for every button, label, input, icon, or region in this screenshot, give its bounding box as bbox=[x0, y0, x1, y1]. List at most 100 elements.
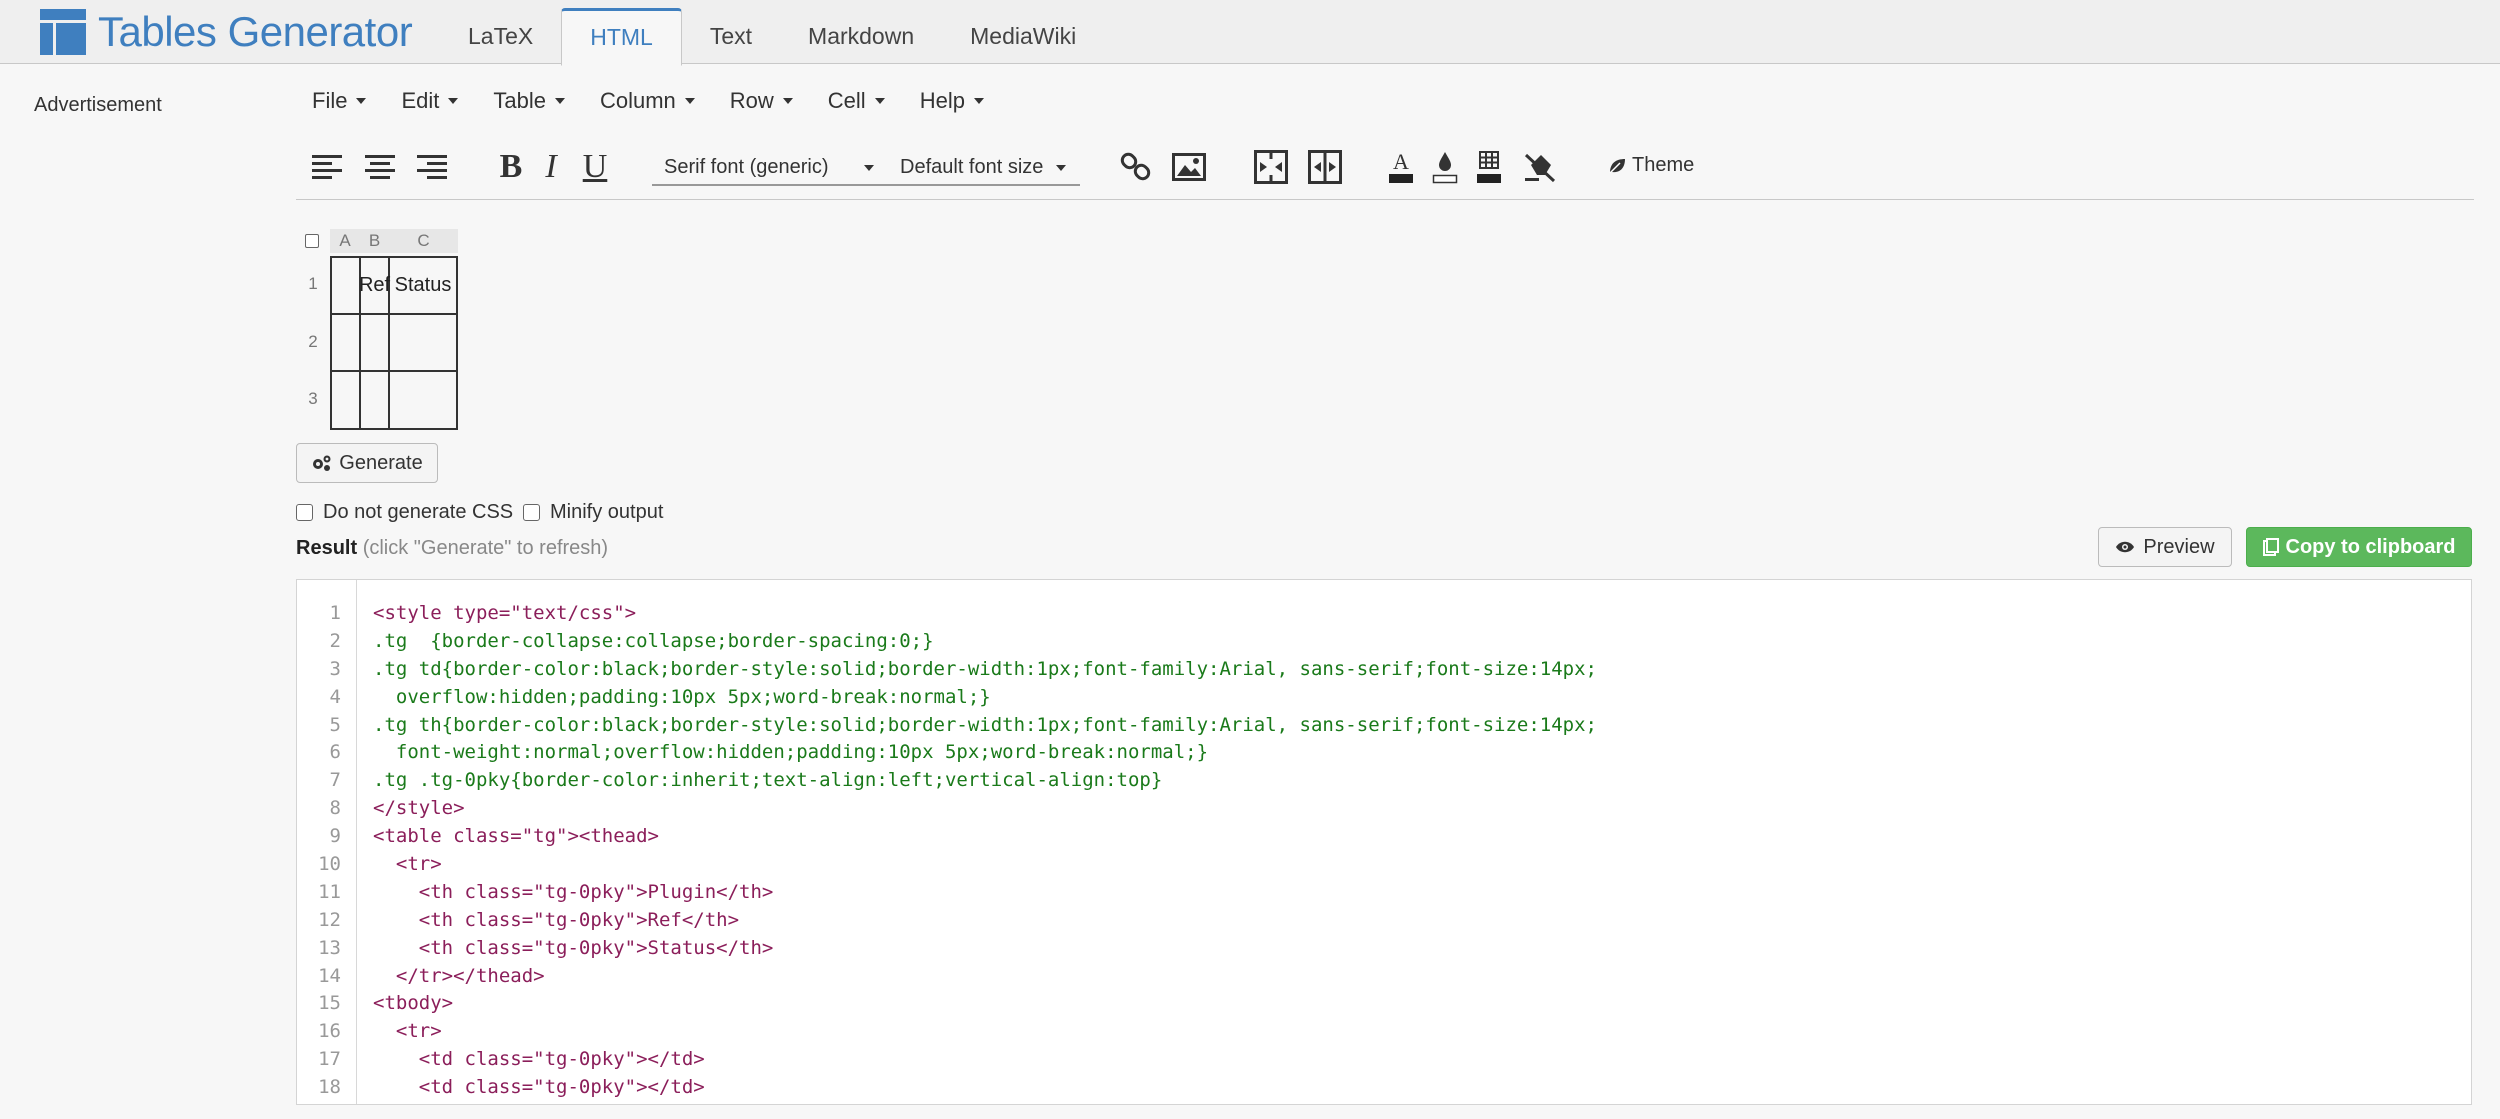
no-css-checkbox[interactable] bbox=[296, 504, 313, 521]
column-header-b[interactable]: B bbox=[360, 229, 389, 253]
code-line: 3 .tg td{border-color:black;border-style:… bbox=[297, 656, 2471, 684]
generate-label: Generate bbox=[339, 451, 423, 474]
split-cells-button[interactable] bbox=[1306, 148, 1344, 186]
minify-checkbox[interactable] bbox=[523, 504, 540, 521]
code-text: .tg th{border-color:black;border-style:s… bbox=[373, 713, 1597, 736]
background-color-button[interactable] bbox=[1430, 148, 1460, 186]
clear-formatting-button[interactable] bbox=[1522, 148, 1558, 186]
line-number: 11 bbox=[318, 880, 341, 903]
logo[interactable]: Tables Generator bbox=[40, 8, 413, 55]
top-navigation: Tables Generator LaTeX HTML Text Markdow… bbox=[0, 0, 2500, 66]
code-line: 5 .tg th{border-color:black;border-style:… bbox=[297, 712, 2471, 740]
split-cells-icon bbox=[1308, 150, 1342, 184]
merge-cells-button[interactable] bbox=[1252, 148, 1290, 186]
align-left-icon bbox=[312, 155, 342, 179]
align-right-button[interactable] bbox=[414, 148, 450, 186]
result-hint: (click "Generate" to refresh) bbox=[362, 537, 609, 559]
row-header-3[interactable]: 3 bbox=[303, 389, 323, 409]
code-text: <tr> bbox=[373, 1020, 442, 1043]
cell-b2[interactable] bbox=[361, 315, 388, 370]
bold-button[interactable]: B bbox=[496, 148, 526, 186]
code-line: 6 font-weight:normal;overflow:hidden;pad… bbox=[297, 739, 2471, 767]
menu-table-label: Table bbox=[493, 88, 546, 113]
line-number: 8 bbox=[329, 797, 341, 820]
line-number: 6 bbox=[329, 741, 341, 764]
underline-icon: U bbox=[582, 148, 608, 185]
column-header-c[interactable]: C bbox=[389, 229, 458, 253]
align-center-button[interactable] bbox=[362, 148, 398, 186]
caret-down-icon bbox=[973, 98, 984, 104]
cell-b3[interactable] bbox=[361, 372, 388, 428]
code-text: </style> bbox=[373, 797, 465, 820]
menubar: File Edit Table Column Row Cell Help bbox=[312, 88, 1019, 114]
menu-help-label: Help bbox=[919, 88, 965, 113]
cell-c2[interactable] bbox=[390, 315, 456, 370]
line-number: 4 bbox=[329, 685, 341, 708]
cell-a2[interactable] bbox=[332, 315, 359, 370]
row-header-1[interactable]: 1 bbox=[303, 274, 323, 294]
tab-latex[interactable]: LaTeX bbox=[440, 8, 561, 64]
font-size-value: Default font size bbox=[900, 155, 1044, 178]
code-line: 11 <th class="tg-0pky">Plugin</th> bbox=[297, 879, 2471, 907]
caret-down-icon bbox=[1056, 165, 1066, 171]
text-color-button[interactable]: A bbox=[1386, 148, 1416, 186]
tab-markdown[interactable]: Markdown bbox=[780, 8, 942, 64]
font-size-select[interactable]: Default font size bbox=[888, 150, 1080, 186]
code-line: 9 <table class="tg"><thead> bbox=[297, 823, 2471, 851]
preview-label: Preview bbox=[2143, 535, 2215, 558]
clear-format-icon bbox=[1524, 153, 1556, 183]
image-button[interactable] bbox=[1170, 148, 1208, 186]
font-family-select[interactable]: Serif font (generic) bbox=[652, 150, 888, 186]
code-text: <td class="tg-0pky"></td> bbox=[373, 1048, 705, 1071]
row-header-2[interactable]: 2 bbox=[303, 332, 323, 352]
app-title: Tables Generator bbox=[98, 8, 413, 55]
underline-button[interactable]: U bbox=[580, 148, 610, 186]
caret-down-icon bbox=[684, 98, 695, 104]
menu-row-label: Row bbox=[729, 88, 774, 113]
generate-button[interactable]: Generate bbox=[296, 443, 438, 483]
cell-a1[interactable] bbox=[332, 258, 359, 313]
code-lines: 1 <style type="text/css"> 2 .tg {border-co… bbox=[297, 600, 2471, 1102]
menu-column-label: Column bbox=[599, 88, 676, 113]
italic-button[interactable]: I bbox=[536, 148, 566, 186]
menu-help[interactable]: Help bbox=[920, 88, 984, 114]
select-all-checkbox[interactable] bbox=[305, 234, 319, 248]
code-output[interactable]: 1 <style type="text/css"> 2 .tg {border-co… bbox=[296, 579, 2472, 1105]
copy-to-clipboard-button[interactable]: Copy to clipboard bbox=[2246, 527, 2472, 567]
code-line: 14 </tr></thead> bbox=[297, 963, 2471, 991]
cell-c1[interactable]: Status bbox=[390, 258, 456, 313]
menu-edit[interactable]: Edit bbox=[401, 88, 459, 114]
code-text: <th class="tg-0pky">Ref</th> bbox=[373, 908, 740, 931]
menu-table[interactable]: Table bbox=[493, 88, 565, 114]
tab-mediawiki[interactable]: MediaWiki bbox=[942, 8, 1104, 64]
merge-cells-icon bbox=[1254, 150, 1288, 184]
border-color-button[interactable] bbox=[1474, 148, 1504, 186]
line-number: 14 bbox=[318, 964, 341, 987]
tab-html[interactable]: HTML bbox=[561, 8, 682, 66]
code-text: <table class="tg"><thead> bbox=[373, 825, 659, 848]
caret-down-icon bbox=[864, 165, 874, 171]
align-left-button[interactable] bbox=[310, 148, 346, 186]
cell-a3[interactable] bbox=[332, 372, 359, 428]
menu-cell[interactable]: Cell bbox=[828, 88, 885, 114]
minify-label: Minify output bbox=[550, 501, 664, 523]
link-button[interactable] bbox=[1118, 148, 1154, 186]
caret-down-icon bbox=[874, 98, 885, 104]
menu-column[interactable]: Column bbox=[600, 88, 695, 114]
caret-down-icon bbox=[448, 98, 459, 104]
menu-row[interactable]: Row bbox=[730, 88, 793, 114]
menu-cell-label: Cell bbox=[827, 88, 866, 113]
cell-c3[interactable] bbox=[390, 372, 456, 428]
menu-file[interactable]: File bbox=[312, 88, 367, 114]
column-header-a[interactable]: A bbox=[330, 229, 360, 253]
code-line: 4 overflow:hidden;padding:10px 5px;word-… bbox=[297, 684, 2471, 712]
code-text: overflow:hidden;padding:10px 5px;word-br… bbox=[373, 685, 991, 708]
line-number: 15 bbox=[318, 992, 341, 1015]
preview-button[interactable]: Preview bbox=[2098, 527, 2232, 567]
caret-down-icon bbox=[782, 98, 793, 104]
cell-b1[interactable]: Ref bbox=[359, 258, 390, 313]
theme-button[interactable]: Theme bbox=[1608, 154, 1694, 177]
tab-text[interactable]: Text bbox=[682, 8, 780, 64]
code-line: 17 <td class="tg-0pky"></td> bbox=[297, 1046, 2471, 1074]
format-tabs: LaTeX HTML Text Markdown MediaWiki bbox=[440, 8, 1104, 66]
